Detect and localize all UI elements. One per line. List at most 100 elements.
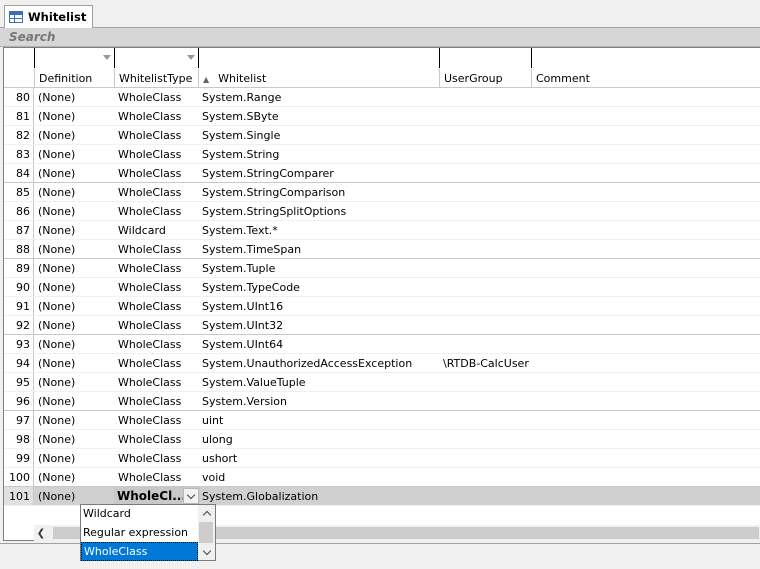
- table-row[interactable]: 99 (None) WholeClass ushort: [4, 449, 760, 468]
- cell-comment[interactable]: [532, 183, 760, 201]
- cell-usergroup[interactable]: [440, 183, 532, 201]
- cell-comment[interactable]: [532, 430, 760, 448]
- cell-whitelist[interactable]: System.StringSplitOptions: [199, 202, 440, 220]
- cell-whitelist[interactable]: System.TypeCode: [199, 278, 440, 296]
- cell-comment[interactable]: [532, 354, 760, 372]
- table-row[interactable]: 97 (None) WholeClass uint: [4, 411, 760, 430]
- cell-whitelist[interactable]: void: [199, 468, 440, 486]
- cell-comment[interactable]: [532, 373, 760, 391]
- cell-definition[interactable]: (None): [35, 392, 115, 410]
- cell-usergroup[interactable]: [440, 88, 532, 106]
- filter-usergroup[interactable]: [440, 48, 532, 68]
- table-row[interactable]: 84 (None) WholeClass System.StringComparer: [4, 164, 760, 183]
- column-header-usergroup[interactable]: UserGroup: [440, 69, 532, 87]
- cell-comment[interactable]: [532, 468, 760, 486]
- cell-comment[interactable]: [532, 164, 760, 182]
- cell-usergroup[interactable]: \RTDB-CalcUser: [440, 354, 532, 372]
- cell-definition[interactable]: (None): [35, 107, 115, 125]
- cell-comment[interactable]: [532, 221, 760, 239]
- cell-definition[interactable]: (None): [35, 335, 115, 353]
- cell-comment[interactable]: [532, 259, 760, 277]
- cell-definition[interactable]: (None): [35, 354, 115, 372]
- cell-whitelist[interactable]: ushort: [199, 449, 440, 467]
- cell-comment[interactable]: [532, 278, 760, 296]
- cell-definition[interactable]: (None): [35, 316, 115, 334]
- cell-whitelist[interactable]: System.Text.*: [199, 221, 440, 239]
- cell-whitelist[interactable]: System.UnauthorizedAccessException: [199, 354, 440, 372]
- cell-usergroup[interactable]: [440, 240, 532, 258]
- cell-comment[interactable]: [532, 316, 760, 334]
- table-row[interactable]: 86 (None) WholeClass System.StringSplitOpti…: [4, 202, 760, 221]
- cell-definition[interactable]: (None): [35, 202, 115, 220]
- cell-whitelist[interactable]: System.Single: [199, 126, 440, 144]
- cell-definition[interactable]: (None): [35, 88, 115, 106]
- cell-comment[interactable]: [532, 202, 760, 220]
- tab-whitelist[interactable]: Whitelist: [4, 5, 94, 28]
- cell-whitelist[interactable]: System.String: [199, 145, 440, 163]
- search-bar[interactable]: Search: [0, 28, 760, 47]
- cell-type[interactable]: WholeClass: [115, 145, 199, 163]
- cell-type[interactable]: WholeClass: [115, 449, 199, 467]
- cell-type[interactable]: WholeClass: [115, 259, 199, 277]
- table-row[interactable]: 94 (None) WholeClass System.UnauthorizedAcc…: [4, 354, 760, 373]
- cell-comment[interactable]: [532, 126, 760, 144]
- scroll-left-icon[interactable]: ❮: [36, 528, 46, 539]
- cell-definition[interactable]: (None): [35, 259, 115, 277]
- cell-type[interactable]: WholeClass: [115, 373, 199, 391]
- cell-comment[interactable]: [532, 145, 760, 163]
- cell-whitelist[interactable]: System.Tuple: [199, 259, 440, 277]
- cell-definition[interactable]: (None): [35, 297, 115, 315]
- table-row[interactable]: 92 (None) WholeClass System.UInt32: [4, 316, 760, 335]
- cell-comment[interactable]: [532, 449, 760, 467]
- dropdown-scrollbar-thumb[interactable]: [199, 522, 213, 543]
- cell-whitelist[interactable]: System.Range: [199, 88, 440, 106]
- cell-whitelist[interactable]: ulong: [199, 430, 440, 448]
- cell-whitelist[interactable]: uint: [199, 411, 440, 429]
- cell-definition[interactable]: (None): [35, 373, 115, 391]
- cell-type[interactable]: WholeClass: [115, 430, 199, 448]
- cell-usergroup[interactable]: [440, 259, 532, 277]
- cell-type[interactable]: WholeClass: [115, 107, 199, 125]
- cell-comment[interactable]: [532, 297, 760, 315]
- table-row[interactable]: 100 (None) WholeClass void: [4, 468, 760, 487]
- cell-whitelist[interactable]: System.StringComparison: [199, 183, 440, 201]
- dropdown-option-wholeclass[interactable]: WholeClass: [81, 542, 198, 561]
- filter-dropdown-icon[interactable]: [103, 55, 111, 60]
- column-header-definition[interactable]: Definition: [35, 69, 115, 87]
- cell-type[interactable]: WholeClass: [115, 335, 199, 353]
- table-row[interactable]: 90 (None) WholeClass System.TypeCode: [4, 278, 760, 297]
- whitelisttype-dropdown-list[interactable]: Wildcard Regular expression WholeClass: [80, 504, 216, 561]
- cell-definition[interactable]: (None): [35, 221, 115, 239]
- scroll-down-icon[interactable]: [198, 544, 215, 560]
- cell-comment[interactable]: [532, 240, 760, 258]
- table-row[interactable]: 91 (None) WholeClass System.UInt16: [4, 297, 760, 316]
- cell-type[interactable]: WholeClass: [115, 354, 199, 372]
- cell-comment[interactable]: [532, 107, 760, 125]
- cell-usergroup[interactable]: [440, 430, 532, 448]
- cell-whitelist[interactable]: System.Version: [199, 392, 440, 410]
- filter-whitelist[interactable]: [199, 48, 440, 68]
- cell-whitelist[interactable]: System.UInt32: [199, 316, 440, 334]
- cell-usergroup[interactable]: [440, 316, 532, 334]
- cell-type[interactable]: WholeClass: [115, 164, 199, 182]
- cell-whitelist[interactable]: System.ValueTuple: [199, 373, 440, 391]
- cell-usergroup[interactable]: [440, 145, 532, 163]
- cell-whitelist[interactable]: System.SByte: [199, 107, 440, 125]
- cell-usergroup[interactable]: [440, 468, 532, 486]
- table-row[interactable]: 98 (None) WholeClass ulong: [4, 430, 760, 449]
- table-row[interactable]: 87 (None) Wildcard System.Text.*: [4, 221, 760, 240]
- cell-type[interactable]: WholeClass: [115, 240, 199, 258]
- cell-usergroup[interactable]: [440, 107, 532, 125]
- cell-type[interactable]: WholeClass: [115, 278, 199, 296]
- cell-definition[interactable]: (None): [35, 183, 115, 201]
- column-header-comment[interactable]: Comment: [532, 69, 760, 87]
- cell-definition[interactable]: (None): [35, 126, 115, 144]
- cell-type[interactable]: WholeClass: [115, 297, 199, 315]
- cell-whitelist[interactable]: System.UInt64: [199, 335, 440, 353]
- cell-definition[interactable]: (None): [35, 449, 115, 467]
- table-row[interactable]: 80 (None) WholeClass System.Range: [4, 88, 760, 107]
- cell-whitelist[interactable]: System.UInt16: [199, 297, 440, 315]
- cell-comment[interactable]: [532, 88, 760, 106]
- dropdown-option-regular-expression[interactable]: Regular expression: [81, 524, 198, 543]
- cell-comment[interactable]: [532, 335, 760, 353]
